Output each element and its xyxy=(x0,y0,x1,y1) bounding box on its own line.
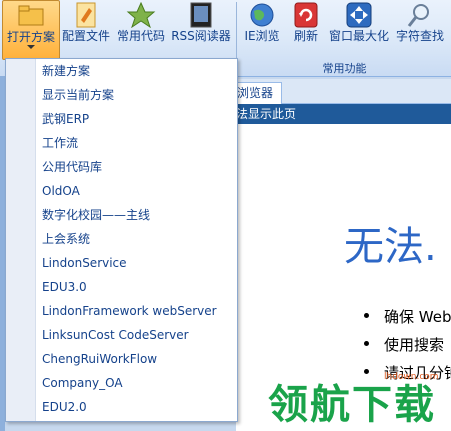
open-scheme-label: 打开方案 xyxy=(6,30,55,44)
rss-reader-button[interactable]: RSS阅读器 xyxy=(170,0,232,58)
rss-reader-icon xyxy=(190,2,212,28)
star-icon xyxy=(126,2,156,28)
common-code-button[interactable]: 常用代码 xyxy=(114,0,168,58)
ie-browse-button[interactable]: IE浏览 xyxy=(240,0,284,58)
error-title: 无法. xyxy=(344,224,437,270)
menu-gutter xyxy=(6,59,36,421)
menu-item[interactable]: EDU2.0 xyxy=(42,395,87,419)
browser-tabbar: 浏览器 xyxy=(236,79,451,104)
magnifier-icon xyxy=(407,4,429,27)
list-item: 确保 Web xyxy=(364,306,451,334)
list-item: 使用搜索 xyxy=(364,334,451,362)
globe-icon xyxy=(250,3,274,27)
chevron-down-icon xyxy=(27,45,35,49)
config-file-button[interactable]: 配置文件 xyxy=(60,0,112,58)
open-scheme-button[interactable]: 打开方案 xyxy=(2,0,60,60)
char-search-label: 字符查找 xyxy=(395,29,444,43)
menu-item[interactable]: EDU3.0 xyxy=(42,275,87,299)
maximize-window-label: 窗口最大化 xyxy=(328,29,389,43)
menu-item[interactable]: Company_OA xyxy=(42,371,123,395)
refresh-button[interactable]: 刷新 xyxy=(286,0,326,58)
config-file-icon xyxy=(76,2,96,28)
char-search-button[interactable]: 字符查找 xyxy=(392,0,448,58)
tab-browser[interactable]: 浏览器 xyxy=(236,82,282,104)
ie-browse-label: IE浏览 xyxy=(244,29,280,43)
maximize-icon xyxy=(346,2,372,28)
common-code-label: 常用代码 xyxy=(116,29,165,43)
menu-item[interactable]: LindonService xyxy=(42,251,127,275)
rss-reader-label: RSS阅读器 xyxy=(171,29,231,43)
menu-item[interactable]: 工作流 xyxy=(42,131,78,155)
maximize-window-button[interactable]: 窗口最大化 xyxy=(328,0,390,58)
menu-item-show-current-scheme[interactable]: 显示当前方案 xyxy=(42,83,114,107)
config-file-label: 配置文件 xyxy=(61,29,110,43)
menu-item[interactable]: 武钢ERP xyxy=(42,107,89,131)
info-bar: 法显示此页 xyxy=(236,104,451,124)
menu-item[interactable]: LinksunCost CodeServer xyxy=(42,323,189,347)
watermark-url: lhdown.com xyxy=(384,372,439,382)
menu-item[interactable]: ChengRuiWorkFlow xyxy=(42,347,157,371)
menu-item[interactable]: 公用代码库 xyxy=(42,155,102,179)
refresh-icon xyxy=(294,2,318,28)
group-label-common: 常用功能 xyxy=(322,62,367,75)
menu-item[interactable]: OldOA xyxy=(42,179,80,203)
menu-item-new-scheme[interactable]: 新建方案 xyxy=(42,59,90,83)
refresh-label: 刷新 xyxy=(293,29,318,43)
open-scheme-dropdown: 新建方案 显示当前方案 武钢ERP 工作流 公用代码库 OldOA 数字化校园—… xyxy=(5,58,238,422)
menu-item[interactable]: LindonFramework webServer xyxy=(42,299,217,323)
folder-icon xyxy=(18,5,44,26)
menu-item[interactable]: 数字化校园——主线 xyxy=(42,203,150,227)
menu-item[interactable]: 上会系统 xyxy=(42,227,90,251)
